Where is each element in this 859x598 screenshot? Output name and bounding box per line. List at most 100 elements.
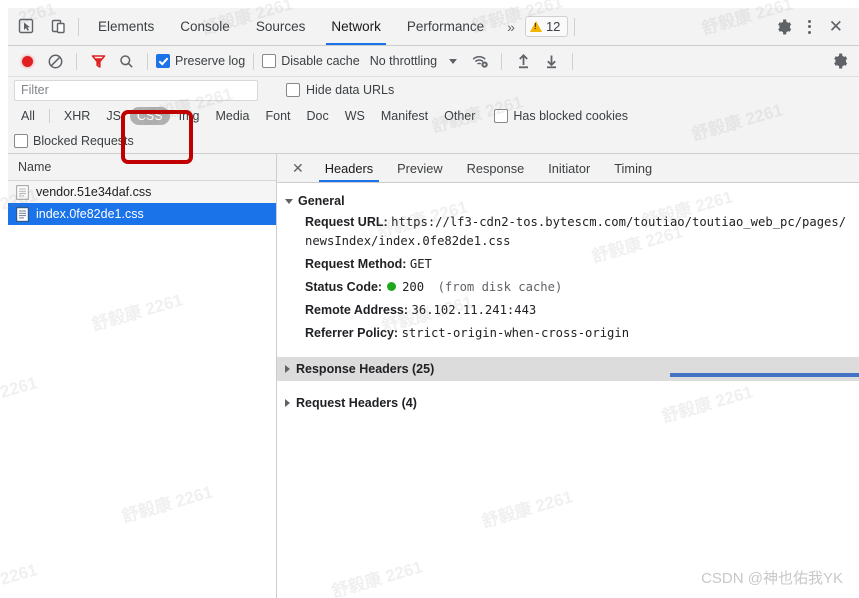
preserve-log-control[interactable]: Preserve log [156,54,245,68]
request-method-label: Request Method: [305,257,407,271]
throttling-select[interactable]: No throttling [370,54,437,68]
tab-headers-label: Headers [324,160,374,176]
tab-timing[interactable]: Timing [602,154,664,182]
tab-preview-label: Preview [397,160,443,176]
has-blocked-cookies-checkbox[interactable] [494,109,509,123]
has-blocked-cookies-label: Has blocked cookies [513,109,629,123]
tab-elements-label: Elements [98,19,155,34]
filter-funnel-icon [91,54,105,68]
blocked-requests-checkbox[interactable] [14,134,28,148]
request-method-value: GET [409,257,432,271]
panel-tabs: Elements Console Sources Network Perform… [85,8,497,45]
referrer-policy-value: strict-origin-when-cross-origin [401,326,630,340]
general-section-header[interactable]: General [277,191,859,211]
tab-performance-label: Performance [406,19,485,34]
network-conditions-button[interactable] [467,49,493,73]
tab-network[interactable]: Network [318,8,394,45]
disable-cache-checkbox[interactable] [262,54,277,68]
referrer-policy-row: Referrer Policy: strict-origin-when-cros… [277,322,859,345]
type-filter-js[interactable]: JS [99,107,128,125]
table-row[interactable]: vendor.51e34daf.css [8,181,276,203]
css-file-icon [16,184,29,200]
tab-performance[interactable]: Performance [394,8,497,45]
table-row[interactable]: index.0fe82de1.css [8,203,276,225]
warning-count: 12 [545,19,561,34]
toolbar-divider-5 [253,52,255,70]
type-filter-ws[interactable]: WS [338,107,372,125]
chevron-down-icon[interactable] [449,58,458,64]
inspect-element-icon[interactable] [12,13,40,41]
response-headers-section[interactable]: Response Headers (25) [277,357,859,381]
toolbar-divider-3 [76,52,77,70]
network-body: Name vendor.51e34daf.css index.0fe82de1.… [8,154,859,598]
type-filter-divider [48,109,50,123]
record-icon [21,55,33,67]
tab-network-label: Network [331,19,381,34]
blocked-requests-row: Blocked Requests [8,129,859,154]
gear-icon[interactable] [770,13,798,41]
request-headers-label: Request Headers (4) [296,396,417,410]
preserve-log-checkbox[interactable] [156,54,170,68]
remote-address-label: Remote Address: [305,303,409,317]
device-toolbar-icon[interactable] [44,13,72,41]
hide-data-urls-checkbox[interactable] [286,83,300,97]
tab-preview[interactable]: Preview [385,154,455,182]
tab-console-label: Console [180,19,230,34]
headers-content: General Request URL: https://lf3-cdn2-to… [277,183,859,598]
type-filter-font[interactable]: Font [259,107,298,125]
export-har-button[interactable] [538,49,564,73]
filter-input[interactable]: Filter [14,79,258,101]
remote-address-value: 36.102.11.241:443 [411,303,537,317]
close-icon[interactable]: ✕ [821,18,851,35]
tab-console[interactable]: Console [167,8,243,45]
toolbar-divider [78,17,79,36]
filter-button[interactable] [85,49,111,73]
blocked-requests-label: Blocked Requests [33,134,134,148]
kebab-menu-icon[interactable] [798,19,821,34]
request-name: index.0fe82de1.css [36,207,144,221]
hide-data-urls-label: Hide data URLs [306,83,395,97]
more-tabs-button[interactable]: » [497,19,525,35]
type-filter-css[interactable]: CSS [129,107,170,125]
tab-sources[interactable]: Sources [243,8,319,45]
type-filter-media[interactable]: Media [208,107,256,125]
close-details-icon[interactable]: ✕ [283,161,313,175]
css-file-icon [16,206,29,222]
devtools-tabbar: Elements Console Sources Network Perform… [8,8,859,46]
clear-button[interactable] [42,49,68,73]
type-filter-all[interactable]: All [14,107,42,125]
blocked-requests-control[interactable]: Blocked Requests [14,134,134,148]
filter-row: Filter Hide data URLs [8,77,859,103]
toolbar-divider-6 [501,52,503,70]
request-url-label: Request URL: [305,215,388,229]
tab-elements[interactable]: Elements [85,8,167,45]
toolbar-divider-2 [574,17,576,36]
csdn-watermark: CSDN @神也佑我YK [701,570,843,587]
type-filter-other[interactable]: Other [437,107,482,125]
type-filter-manifest[interactable]: Manifest [374,107,435,125]
details-tabs: ✕ Headers Preview Response Initiator Tim… [277,154,859,183]
tab-headers[interactable]: Headers [313,154,385,182]
tab-initiator[interactable]: Initiator [536,154,602,182]
resource-type-filters: All XHR JS CSS Img Media Font Doc WS Man… [8,103,859,129]
import-har-icon [518,53,528,68]
has-blocked-cookies-control[interactable]: Has blocked cookies [494,109,628,123]
tab-response[interactable]: Response [455,154,537,182]
request-details-panel: ✕ Headers Preview Response Initiator Tim… [277,154,859,598]
import-har-button[interactable] [510,49,536,73]
network-settings-button[interactable] [827,49,853,73]
status-ok-icon [386,282,396,291]
request-headers-section[interactable]: Request Headers (4) [277,391,859,415]
disable-cache-control[interactable]: Disable cache [262,54,360,68]
type-filter-xhr[interactable]: XHR [57,107,97,125]
request-list-header[interactable]: Name [8,154,276,181]
record-button[interactable] [14,49,40,73]
hide-data-urls-control[interactable]: Hide data URLs [286,83,394,97]
search-button[interactable] [113,49,139,73]
type-filter-img[interactable]: Img [172,107,207,125]
type-filter-doc[interactable]: Doc [300,107,336,125]
chevron-right-icon [285,399,290,407]
tab-timing-label: Timing [614,160,653,176]
warning-badge[interactable]: 12 [524,16,569,37]
clear-icon [48,54,62,68]
